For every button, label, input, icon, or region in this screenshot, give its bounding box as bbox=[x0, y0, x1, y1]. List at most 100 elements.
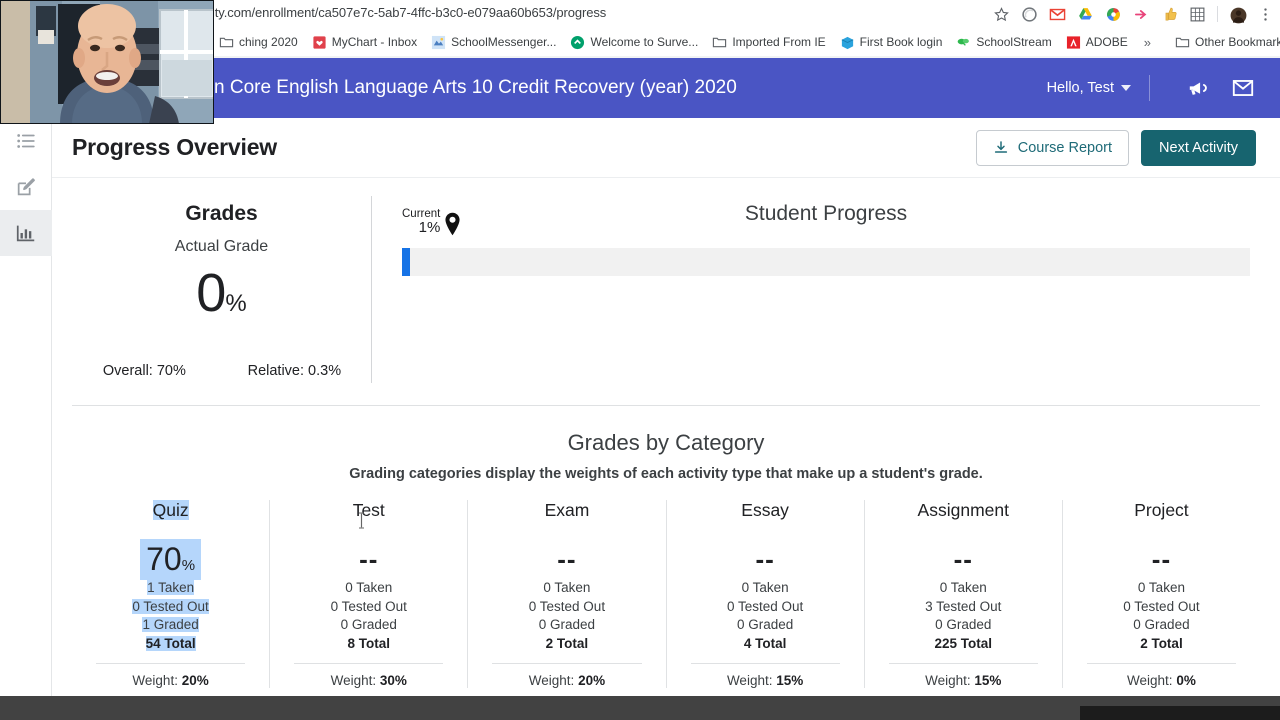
category-score: -- bbox=[476, 539, 657, 579]
user-menu[interactable]: Hello, Test bbox=[1047, 80, 1131, 96]
bookmark-label: First Book login bbox=[859, 35, 943, 49]
category-tested-out: 0 Tested Out bbox=[330, 598, 407, 614]
sidebar-item-edit[interactable] bbox=[0, 164, 52, 210]
other-bookmarks-button[interactable]: Other Bookmarks bbox=[1168, 31, 1280, 53]
category-rule bbox=[690, 663, 840, 664]
user-menu-label: Hello, Test bbox=[1046, 80, 1114, 96]
bookmark-item[interactable]: MyChart - Inbox bbox=[305, 31, 424, 53]
main-content: Progress Overview Course Report Next Act… bbox=[52, 118, 1280, 720]
bookmark-item[interactable]: Welcome to Surve... bbox=[563, 31, 705, 53]
category-weight: Weight: 20% bbox=[528, 673, 606, 688]
category-weight: Weight: 30% bbox=[330, 673, 407, 688]
course-header-actions: Hello, Test bbox=[1047, 75, 1280, 101]
marker-text: Current 1% bbox=[402, 208, 440, 236]
category-name: Quiz bbox=[152, 500, 189, 520]
bookmark-label: SchoolStream bbox=[976, 35, 1052, 49]
bookmark-item[interactable]: Imported From IE bbox=[705, 31, 832, 53]
bookmarks-overflow-button[interactable]: » bbox=[1135, 35, 1160, 50]
actual-grade-number: 0 bbox=[196, 263, 226, 323]
category-tested-out: 0 Tested Out bbox=[726, 598, 804, 614]
summary-panels: Grades Actual Grade 0% Overall: 70% Rela… bbox=[52, 178, 1280, 383]
categories-title: Grades by Category bbox=[567, 430, 765, 455]
category-column-exam[interactable]: Exam -- 0 Taken 0 Tested Out 0 Graded 2 … bbox=[468, 500, 667, 688]
category-name: Assignment bbox=[917, 500, 1009, 520]
category-total: 2 Total bbox=[1140, 635, 1183, 651]
video-player-bar[interactable] bbox=[0, 696, 1280, 720]
chevron-down-icon bbox=[1121, 85, 1131, 91]
sidebar-item-course-list[interactable] bbox=[0, 118, 52, 164]
bookmark-item[interactable]: ching 2020 bbox=[212, 31, 305, 53]
category-column-assignment[interactable]: Assignment -- 0 Taken 3 Tested Out 0 Gra… bbox=[865, 500, 1063, 688]
sidebar-item-progress[interactable] bbox=[0, 210, 52, 256]
thumbs-up-extension-icon[interactable] bbox=[1161, 6, 1178, 23]
category-column-project[interactable]: Project -- 0 Taken 0 Tested Out 0 Graded… bbox=[1063, 500, 1260, 688]
red-arrow-extension-icon[interactable] bbox=[1133, 6, 1150, 23]
category-score-dash: -- bbox=[953, 543, 973, 574]
map-pin-icon bbox=[444, 212, 461, 236]
category-total: 54 Total bbox=[145, 635, 196, 651]
category-score-dash: -- bbox=[557, 543, 577, 574]
section-divider bbox=[72, 405, 1260, 406]
page-title: Progress Overview bbox=[72, 134, 277, 160]
course-report-button[interactable]: Course Report bbox=[975, 129, 1130, 166]
category-graded: 0 Graded bbox=[538, 617, 596, 632]
category-taken: 0 Taken bbox=[1137, 580, 1185, 595]
bookmark-star-icon[interactable] bbox=[993, 6, 1010, 23]
address-bar-url[interactable]: ity.com/enrollment/ca507e7c-5ab7-4ffc-b3… bbox=[212, 5, 606, 20]
category-rule bbox=[294, 663, 444, 664]
compass-extension-icon[interactable] bbox=[1105, 6, 1122, 23]
category-total: 225 Total bbox=[934, 635, 993, 651]
other-bookmarks-label: Other Bookmarks bbox=[1195, 35, 1280, 49]
bookmark-label: ching 2020 bbox=[239, 35, 298, 49]
web-app: n Core English Language Arts 10 Credit R… bbox=[0, 58, 1280, 720]
category-column-quiz[interactable]: Quiz 70% 1 Taken 0 Tested Out 1 Graded 5… bbox=[72, 500, 271, 688]
next-activity-button[interactable]: Next Activity bbox=[1141, 129, 1256, 166]
chrome-menu-icon[interactable] bbox=[1257, 6, 1274, 23]
category-score: -- bbox=[675, 539, 856, 579]
bookmark-item[interactable]: SchoolMessenger... bbox=[424, 31, 563, 53]
category-tested-out: 0 Tested Out bbox=[132, 598, 209, 614]
category-name: Test bbox=[352, 500, 385, 520]
category-graded: 0 Graded bbox=[736, 617, 794, 632]
category-score: -- bbox=[1071, 539, 1252, 579]
bookmark-item[interactable]: First Book login bbox=[833, 31, 950, 53]
progress-track[interactable] bbox=[402, 248, 1250, 276]
folder-icon bbox=[1175, 35, 1190, 50]
envelope-icon[interactable] bbox=[1230, 75, 1256, 101]
category-score: -- bbox=[278, 539, 459, 579]
profile-avatar-icon[interactable] bbox=[1229, 6, 1247, 23]
category-rule bbox=[492, 663, 642, 664]
category-tested-out: 0 Tested Out bbox=[528, 598, 606, 614]
webcam-video-overlay[interactable] bbox=[0, 0, 214, 124]
course-report-label: Course Report bbox=[1017, 139, 1113, 156]
omnibox-separator bbox=[1217, 6, 1218, 22]
folder-icon bbox=[219, 35, 234, 50]
category-column-test[interactable]: Test -- 0 Taken 0 Tested Out 0 Graded 8 … bbox=[270, 500, 469, 688]
gmail-icon[interactable] bbox=[1049, 6, 1066, 23]
grades-footer: Overall: 70% Relative: 0.3% bbox=[72, 363, 372, 379]
video-player-progress[interactable] bbox=[1080, 706, 1280, 720]
marker-value: 1% bbox=[418, 219, 441, 237]
bookmark-item[interactable]: SchoolStream bbox=[949, 31, 1058, 53]
bookmark-label: Imported From IE bbox=[732, 35, 826, 49]
download-icon bbox=[993, 140, 1009, 156]
category-name: Exam bbox=[544, 500, 590, 520]
categories-header: Grades by Category Grading categories di… bbox=[52, 430, 1280, 482]
google-drive-icon[interactable] bbox=[1077, 6, 1094, 23]
grid-apps-icon[interactable] bbox=[1189, 6, 1206, 23]
categories-subtitle: Grading categories display the weights o… bbox=[349, 466, 983, 482]
schoolstream-icon bbox=[956, 35, 971, 50]
megaphone-icon[interactable] bbox=[1186, 75, 1212, 101]
folder-icon bbox=[712, 35, 727, 50]
category-weight: Weight: 15% bbox=[925, 673, 1002, 688]
app-sidebar bbox=[0, 118, 52, 720]
category-column-essay[interactable]: Essay -- 0 Taken 0 Tested Out 0 Graded 4… bbox=[667, 500, 865, 688]
grades-subheading: Actual Grade bbox=[174, 238, 269, 255]
bookmark-item[interactable]: ADOBE bbox=[1059, 31, 1135, 53]
adobe-icon bbox=[1066, 35, 1081, 50]
header-separator bbox=[1149, 75, 1150, 101]
category-tested-out: 0 Tested Out bbox=[1123, 598, 1200, 614]
circle-extension-icon[interactable] bbox=[1021, 6, 1038, 23]
category-total: 8 Total bbox=[347, 635, 391, 651]
category-graded: 1 Graded bbox=[142, 617, 199, 632]
